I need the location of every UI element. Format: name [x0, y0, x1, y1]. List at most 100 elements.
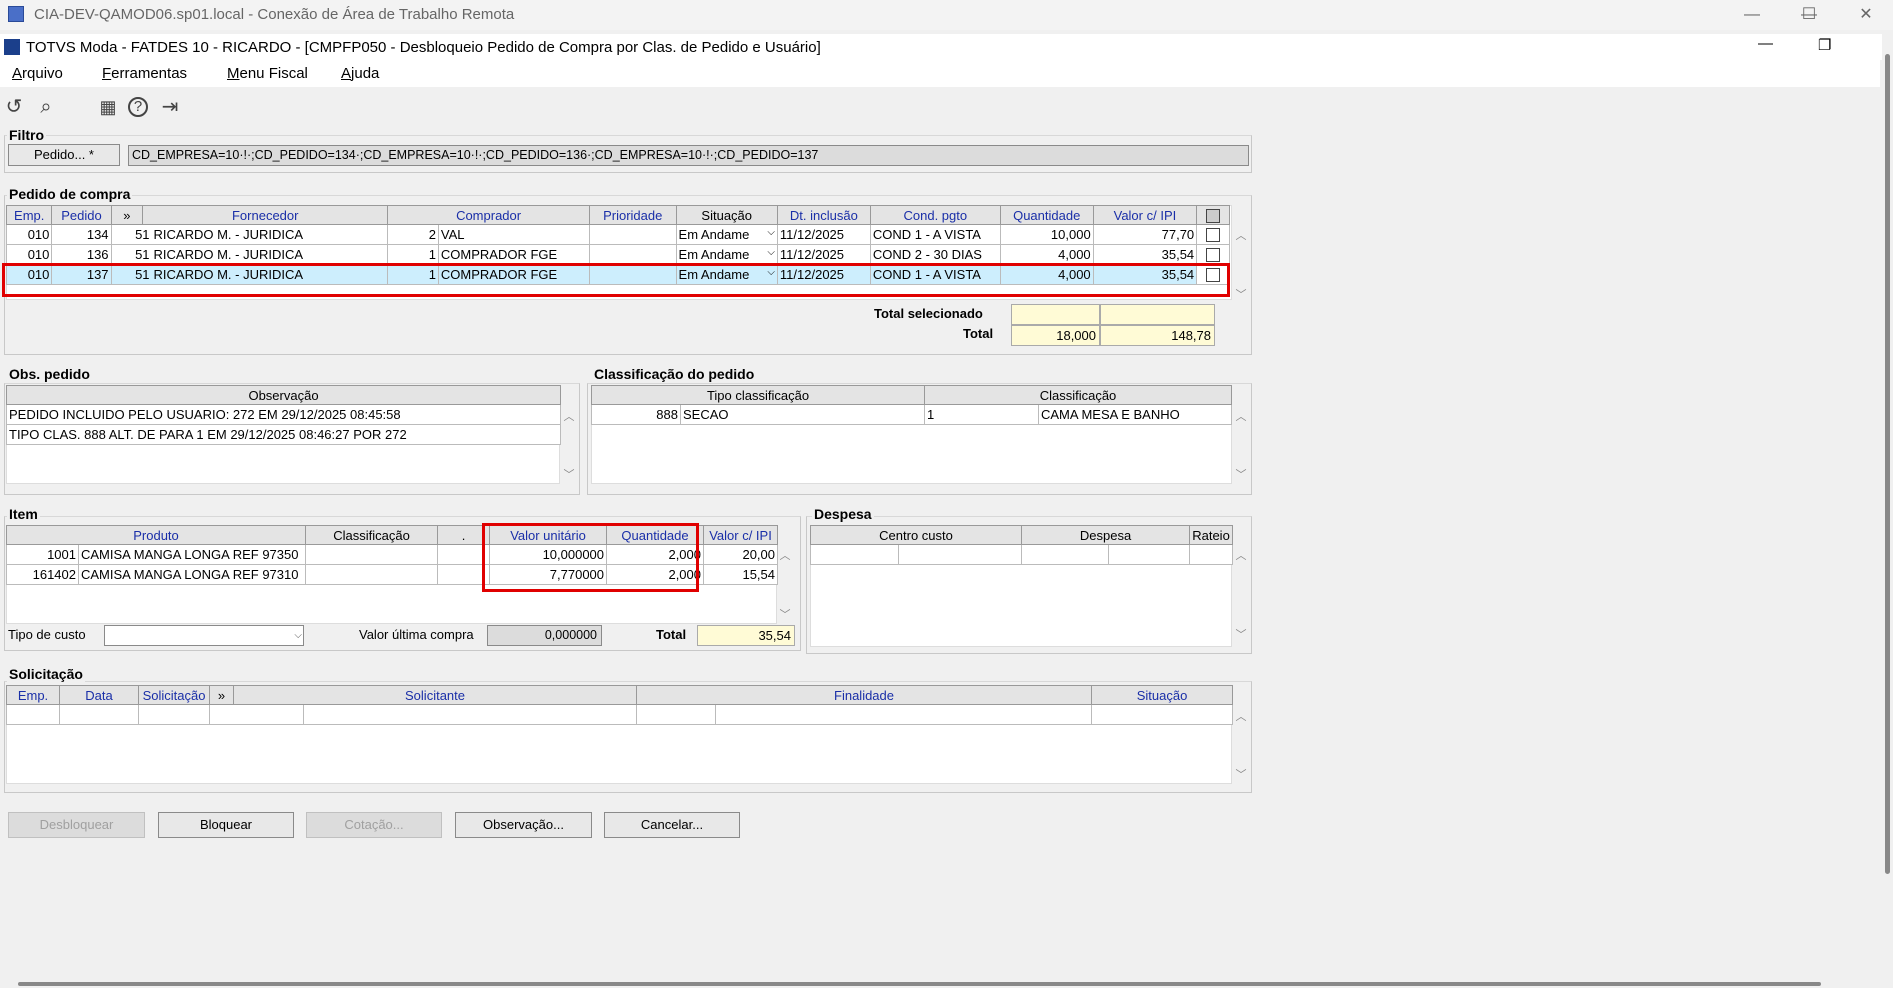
cell-cond: COND 1 - A VISTA	[869, 224, 1001, 245]
menu-fiscal[interactable]: Menu Fiscal	[227, 65, 308, 82]
cell-comprador: VAL	[437, 224, 590, 245]
obs-scroll-up-icon[interactable]: ︿	[562, 410, 576, 424]
col-despesa[interactable]: Despesa	[1021, 525, 1191, 545]
observacao-button[interactable]: Observação...	[455, 812, 592, 838]
col-solicitante[interactable]: Solicitante	[232, 685, 638, 705]
app-restore-button[interactable]: ❐	[1818, 36, 1831, 54]
row-checkbox[interactable]	[1196, 224, 1230, 245]
vertical-scrollbar[interactable]	[1882, 34, 1893, 988]
ultima-compra-field: 0,000000	[487, 625, 602, 646]
rdp-title-bar: CIA-DEV-QAMOD06.sp01.local - Conexão de …	[0, 0, 1893, 30]
situacao-select[interactable]: Em Andame ⌵	[675, 244, 778, 265]
col-expand[interactable]: »	[110, 205, 144, 225]
table-row[interactable]: 010 136 51 RICARDO M. - JURIDICA 1 COMPR…	[5, 244, 1230, 265]
cancelar-button[interactable]: Cancelar...	[604, 812, 740, 838]
menu-ferramentas[interactable]: Ferramentas	[102, 65, 187, 82]
chevron-down-icon: ⌵	[767, 227, 775, 238]
select-all-checkbox[interactable]	[1196, 205, 1230, 225]
item-label: Item	[7, 506, 40, 522]
col-cond-pgto[interactable]: Cond. pgto	[869, 205, 1001, 225]
highlight-box	[2, 263, 1230, 297]
cell-cod: 1001	[6, 544, 79, 565]
col-situacao[interactable]: Situação	[675, 205, 778, 225]
pedido-scroll-up-icon[interactable]: ︿	[1234, 229, 1248, 243]
vertical-scrollbar-thumb[interactable]	[1885, 54, 1890, 874]
col-centro-custo[interactable]: Centro custo	[809, 525, 1023, 545]
cell-produto: CAMISA MANGA LONGA REF 97310	[77, 564, 307, 585]
col-expand[interactable]: »	[209, 685, 234, 705]
menu-ajuda[interactable]: Ajuda	[341, 65, 379, 82]
toolbar: ↺ ⌕ ▦ ? ⇥	[0, 87, 1880, 127]
filter-expression-field[interactable]: CD_EMPRESA=10·!·;CD_PEDIDO=134·;CD_EMPRE…	[128, 145, 1249, 166]
col-finalidade[interactable]: Finalidade	[636, 685, 1093, 705]
filtro-label: Filtro	[7, 127, 46, 143]
horizontal-scrollbar-thumb[interactable]	[18, 982, 1821, 986]
pedido-scroll-down-icon[interactable]: ﹀	[1234, 288, 1248, 302]
col-produto[interactable]: Produto	[5, 525, 307, 545]
calendar-icon[interactable]: ▦	[96, 95, 120, 119]
search-icon[interactable]: ⌕	[34, 95, 58, 119]
cell-class-cod: 1	[924, 404, 1039, 425]
menu-arquivo[interactable]: Arquivo	[12, 65, 63, 82]
despesa-scroll-down-icon[interactable]: ﹀	[1234, 628, 1248, 642]
cell-prioridade	[588, 244, 677, 265]
col-pedido[interactable]: Pedido	[51, 205, 112, 225]
horizontal-scrollbar[interactable]	[0, 976, 1882, 988]
row-checkbox[interactable]	[1196, 244, 1230, 265]
table-row[interactable]: TIPO CLAS. 888 ALT. DE PARA 1 EM 29/12/2…	[6, 424, 561, 445]
cell-fornecedor: 51 RICARDO M. - JURIDICA	[110, 244, 389, 265]
classif-scroll-up-icon[interactable]: ︿	[1234, 410, 1248, 424]
cell-dt: 11/12/2025	[776, 244, 871, 265]
item-scroll-up-icon[interactable]: ︿	[778, 549, 792, 563]
despesa-scroll-up-icon[interactable]: ︿	[1234, 549, 1248, 563]
rdp-close-button[interactable]: ✕	[1843, 0, 1889, 30]
total-sel-qtd	[1011, 304, 1100, 325]
rdp-minimize-btn[interactable]: —	[1729, 0, 1775, 30]
obs-table: Observação PEDIDO INCLUIDO PELO USUARIO:…	[6, 385, 561, 445]
situacao-select[interactable]: Em Andame ⌵	[675, 224, 778, 245]
tipo-custo-select[interactable]: ⌵	[104, 625, 304, 646]
exit-icon[interactable]: ⇥	[158, 95, 182, 119]
col-prioridade[interactable]: Prioridade	[588, 205, 677, 225]
cotacao-button[interactable]: Cotação...	[306, 812, 442, 838]
col-situacao[interactable]: Situação	[1091, 685, 1234, 705]
col-valor-ipi[interactable]: Valor c/ IPI	[703, 525, 779, 545]
bloquear-button[interactable]: Bloquear	[158, 812, 294, 838]
col-valor-ipi[interactable]: Valor c/ IPI	[1092, 205, 1198, 225]
ultima-compra-label: Valor última compra	[359, 627, 474, 642]
col-rateio[interactable]: Rateio	[1189, 525, 1234, 545]
col-solicitacao[interactable]: Solicitação	[138, 685, 210, 705]
desbloquear-button[interactable]: Desbloquear	[8, 812, 145, 838]
help-icon[interactable]: ?	[128, 97, 148, 117]
col-comprador[interactable]: Comprador	[387, 205, 590, 225]
table-row[interactable]: 010 134 51 RICARDO M. - JURIDICA 2 VAL E…	[5, 224, 1230, 245]
pedido-filter-button[interactable]: Pedido... *	[8, 144, 120, 166]
totvs-logo-icon	[4, 39, 20, 55]
table-row[interactable]: PEDIDO INCLUIDO PELO USUARIO: 272 EM 29/…	[6, 404, 561, 425]
cell-pedido: 134	[51, 224, 112, 245]
obs-scroll-down-icon[interactable]: ﹀	[562, 468, 576, 482]
col-classificacao[interactable]: Classificação	[924, 385, 1232, 405]
col-tipo-classificacao[interactable]: Tipo classificação	[591, 385, 925, 405]
table-row[interactable]: 888 SECAO 1 CAMA MESA E BANHO	[591, 404, 1232, 425]
undo-icon[interactable]: ↺	[2, 95, 26, 119]
table-row[interactable]	[6, 704, 1234, 725]
solic-scroll-up-icon[interactable]: ︿	[1234, 710, 1248, 724]
col-quantidade[interactable]: Quantidade	[999, 205, 1094, 225]
col-data[interactable]: Data	[59, 685, 139, 705]
classif-scroll-down-icon[interactable]: ﹀	[1234, 468, 1248, 482]
solic-scroll-down-icon[interactable]: ﹀	[1234, 768, 1248, 782]
cell-qtd: 10,000	[999, 224, 1094, 245]
col-fornecedor[interactable]: Fornecedor	[142, 205, 389, 225]
app-minimize-button[interactable]: —	[1758, 35, 1773, 52]
rdp-maximize-button[interactable]: ☐	[1786, 0, 1832, 30]
col-emp[interactable]: Emp.	[5, 205, 53, 225]
item-scroll-down-icon[interactable]: ﹀	[778, 608, 792, 622]
table-row[interactable]	[810, 544, 1234, 565]
highlight-box	[482, 523, 699, 592]
col-classificacao[interactable]: Classificação	[305, 525, 439, 545]
col-observacao[interactable]: Observação	[6, 385, 561, 405]
col-dt-inclusao[interactable]: Dt. inclusão	[776, 205, 871, 225]
col-emp[interactable]: Emp.	[6, 685, 60, 705]
total-label: Total	[963, 326, 994, 341]
